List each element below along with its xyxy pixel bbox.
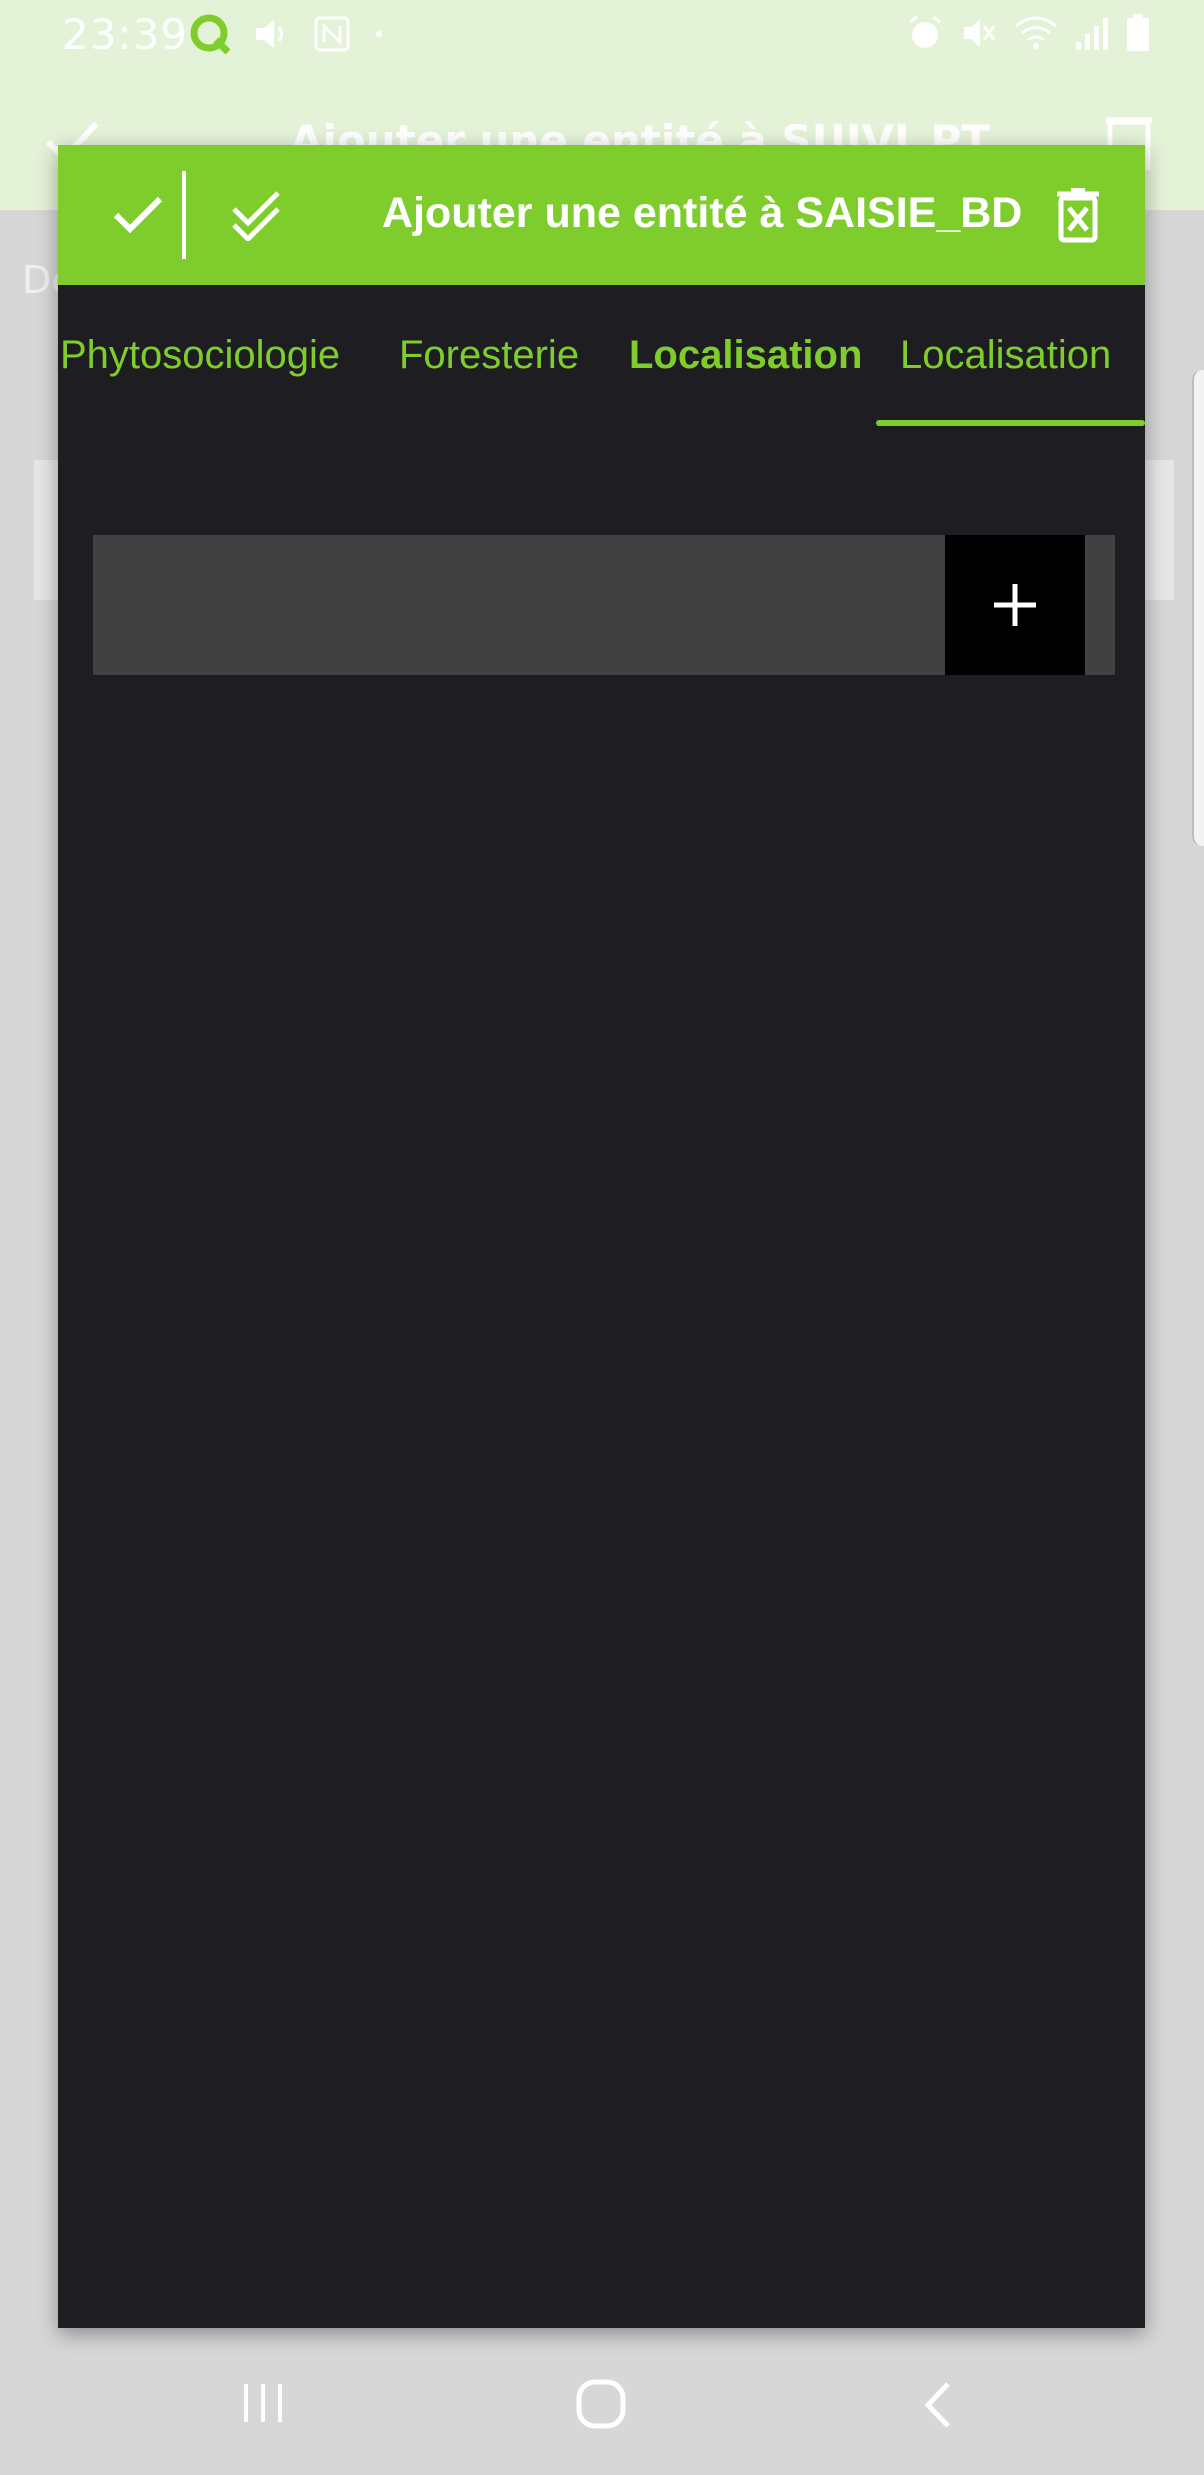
status-time: 23:39 bbox=[62, 10, 189, 59]
double-check-icon bbox=[232, 191, 280, 241]
status-right-icons bbox=[906, 14, 1150, 52]
save-and-continue-button[interactable] bbox=[218, 183, 298, 247]
active-tab-indicator bbox=[876, 420, 1145, 426]
recents-icon[interactable] bbox=[240, 2380, 286, 2426]
tab-phytosociologie[interactable]: Phytosociologie bbox=[60, 333, 340, 378]
header-divider bbox=[182, 171, 186, 259]
mute-icon bbox=[964, 19, 996, 47]
volume-icon bbox=[256, 20, 283, 48]
check-icon bbox=[113, 196, 163, 234]
add-child-feature-button[interactable] bbox=[945, 535, 1085, 675]
relation-editor-row bbox=[93, 535, 1115, 675]
add-feature-dialog: Ajouter une entité à SAISIE_BD Phytosoci… bbox=[58, 145, 1145, 2328]
wifi-icon bbox=[1015, 16, 1057, 49]
back-icon[interactable] bbox=[920, 2380, 954, 2430]
tab-localisation[interactable]: Localisation bbox=[629, 333, 862, 378]
background-scroll-edge bbox=[1192, 370, 1204, 846]
dialog-header: Ajouter une entité à SAISIE_BD bbox=[58, 145, 1145, 285]
tab-foresterie[interactable]: Foresterie bbox=[399, 333, 579, 378]
signal-icon bbox=[1076, 18, 1108, 50]
status-left-icons bbox=[188, 12, 386, 56]
nfc-icon bbox=[314, 16, 350, 52]
plus-icon bbox=[994, 584, 1036, 626]
delete-button[interactable] bbox=[1048, 185, 1108, 247]
dot-icon bbox=[376, 31, 382, 37]
tab-localisation-active[interactable]: Localisation bbox=[900, 333, 1111, 378]
navigation-bar bbox=[0, 2328, 1204, 2475]
home-icon[interactable] bbox=[575, 2378, 627, 2430]
qfield-icon bbox=[190, 14, 231, 55]
status-bar: 23:39 bbox=[0, 0, 1204, 70]
save-button[interactable] bbox=[98, 183, 178, 247]
alarm-icon bbox=[909, 15, 941, 48]
trash-icon bbox=[1057, 188, 1099, 243]
dialog-title: Ajouter une entité à SAISIE_BD bbox=[382, 189, 1023, 237]
form-tabs: Phytosociologie Foresterie Localisation … bbox=[58, 285, 1145, 427]
battery-icon bbox=[1127, 14, 1149, 51]
